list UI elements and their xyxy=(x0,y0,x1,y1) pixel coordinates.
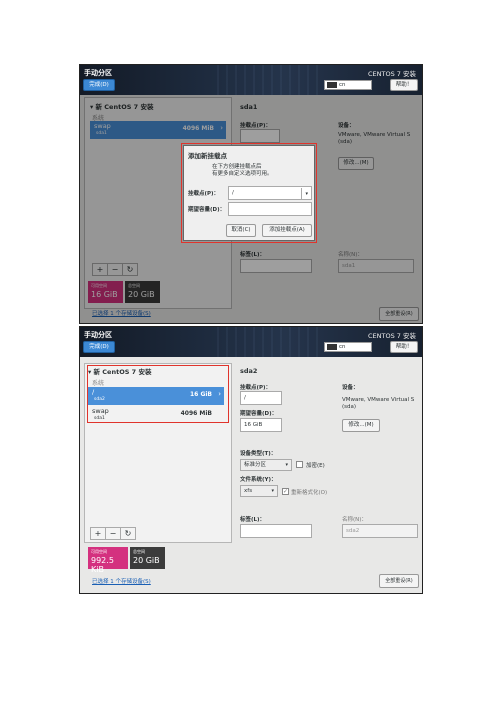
storage-devices-link[interactable]: 已选择 1 个存储设备(S) xyxy=(92,577,151,585)
screenshot-add-mount-point: 手动分区 完成(D) CENTOS 7 安装 cn 帮助！ ▾ 新 CentOS… xyxy=(79,64,423,324)
device-label: 设备： xyxy=(342,385,359,391)
keyboard-indicator[interactable]: cn xyxy=(324,80,372,90)
available-label: 可用空间 xyxy=(91,549,107,554)
page-title: 手动分区 xyxy=(84,69,112,77)
filesystem-label: 文件系统(Y)： xyxy=(240,477,277,483)
add-partition-button[interactable]: + xyxy=(90,527,106,540)
dialog-title: 添加新挂载点 xyxy=(188,152,227,160)
done-button[interactable]: 完成(D) xyxy=(83,79,115,91)
mount-point-field[interactable]: / xyxy=(240,391,282,405)
partition-toolbar: + − ↻ xyxy=(90,527,136,540)
device-type-combo[interactable]: 标准分区 ▾ xyxy=(240,459,292,471)
modify-device-button[interactable]: 修改...(M) xyxy=(342,419,380,432)
dialog-add-button[interactable]: 添加挂载点(A) xyxy=(262,224,312,237)
install-title: CENTOS 7 安装 xyxy=(368,70,416,78)
available-space-badge: 可用空间 992.5 KiB xyxy=(88,547,128,574)
help-button[interactable]: 帮助！ xyxy=(390,341,418,353)
device-type-value: 标准分区 xyxy=(244,462,267,468)
highlight-outline xyxy=(87,365,229,423)
reset-all-button[interactable]: 全部重设(R) xyxy=(379,574,419,588)
remove-partition-button[interactable]: − xyxy=(105,527,121,540)
done-button[interactable]: 完成(D) xyxy=(83,341,115,353)
device-description: VMware, VMware Virtual S (sda) xyxy=(342,397,415,410)
total-space-badge: 总空间 20 GiB xyxy=(130,547,165,569)
tag-field[interactable] xyxy=(240,524,312,538)
dropdown-icon: ▾ xyxy=(285,462,288,468)
refresh-icon[interactable]: ↻ xyxy=(120,527,136,540)
available-value: 992.5 KiB xyxy=(91,556,114,574)
dropdown-icon: ▾ xyxy=(271,488,274,494)
capacity-label: 期望容量(D)： xyxy=(240,411,278,417)
device-type-label: 设备类型(T)： xyxy=(240,451,277,457)
filesystem-combo[interactable]: xfs ▾ xyxy=(240,485,278,497)
install-title: CENTOS 7 安装 xyxy=(368,332,416,340)
encrypt-checkbox[interactable] xyxy=(296,461,303,468)
total-label: 总空间 xyxy=(133,549,145,554)
mount-point-label: 挂载点(P)： xyxy=(240,385,272,391)
encrypt-label: 加密(E) xyxy=(306,463,325,469)
dialog-desc-line-2: 有更多自定义选项可用。 xyxy=(212,171,273,177)
tag-label: 标签(L)： xyxy=(240,517,266,523)
dropdown-icon[interactable]: ▾ xyxy=(301,188,308,200)
help-button[interactable]: 帮助！ xyxy=(390,79,418,91)
dialog-capacity-label: 期望容量(D)： xyxy=(188,207,226,213)
keyboard-indicator[interactable]: cn xyxy=(324,342,372,352)
device-title: sda2 xyxy=(240,367,258,375)
dialog-desc-line-1: 在下方创建挂载点后 xyxy=(212,164,262,170)
name-label: 名称(N)： xyxy=(342,517,367,523)
keyboard-icon xyxy=(327,81,337,88)
name-field[interactable]: sda2 xyxy=(342,524,418,538)
capacity-field[interactable]: 16 GiB xyxy=(240,418,282,432)
page-title: 手动分区 xyxy=(84,331,112,339)
filesystem-value: xfs xyxy=(244,488,253,494)
dialog-mount-value: / xyxy=(232,190,234,196)
keyboard-icon xyxy=(327,343,337,350)
keyboard-layout: cn xyxy=(339,344,346,350)
dialog-mount-label: 挂载点(P)： xyxy=(188,191,220,197)
reformat-checkbox[interactable]: ✓ xyxy=(282,488,289,495)
dialog-description: 在下方创建挂载点后 有更多自定义选项可用。 xyxy=(212,164,273,178)
dialog-cancel-button[interactable]: 取消(C) xyxy=(226,224,256,237)
reformat-label: 重新格式化(O) xyxy=(291,490,328,496)
screenshot-partition-details: 手动分区 完成(D) CENTOS 7 安装 cn 帮助！ ▾ 新 CentOS… xyxy=(79,326,423,594)
total-value: 20 GiB xyxy=(133,556,160,565)
keyboard-layout: cn xyxy=(339,82,346,88)
dialog-capacity-field[interactable] xyxy=(228,202,312,216)
add-mount-point-dialog: 添加新挂载点 在下方创建挂载点后 有更多自定义选项可用。 挂载点(P)： / ▾… xyxy=(183,145,315,241)
dialog-mount-combo[interactable]: / ▾ xyxy=(228,186,312,200)
